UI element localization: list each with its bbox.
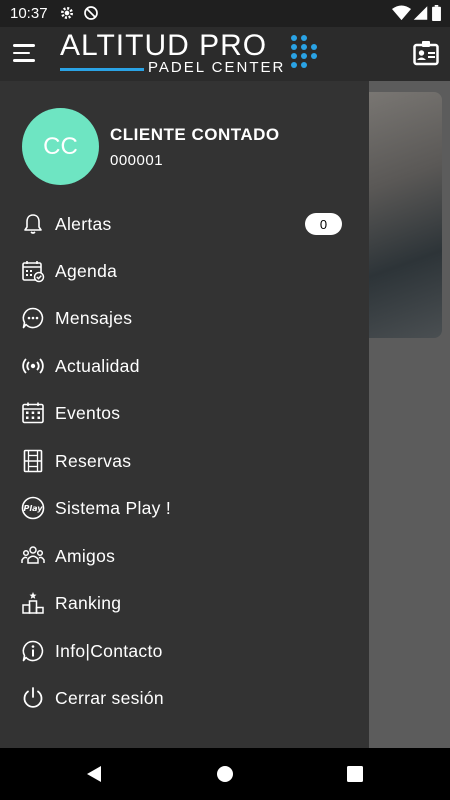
- drawer-item-mensajes[interactable]: Mensajes: [0, 295, 369, 342]
- drawer-item-reservas[interactable]: Reservas: [0, 438, 369, 485]
- broadcast-icon: [22, 358, 44, 374]
- alerts-count-badge: 0: [305, 213, 342, 235]
- recent-apps-icon[interactable]: [345, 764, 365, 784]
- navigation-drawer: CC CLIENTE CONTADO 000001 Alertas 0 Agen…: [0, 81, 369, 748]
- bell-icon: [24, 214, 42, 234]
- cell-signal-icon: [413, 6, 428, 20]
- drawer-item-label: Sistema Play !: [55, 498, 172, 518]
- drawer-item-eventos[interactable]: Eventos: [0, 390, 369, 437]
- drawer-item-amigos[interactable]: Amigos: [0, 533, 369, 580]
- drawer-item-label: Eventos: [55, 403, 121, 423]
- drawer-item-label: Ranking: [55, 593, 122, 613]
- battery-icon: [432, 5, 441, 21]
- status-time: 10:37: [10, 5, 48, 22]
- hamburger-menu-icon[interactable]: [13, 44, 35, 62]
- play-logo-icon: Play: [21, 496, 45, 520]
- power-icon: [23, 687, 43, 708]
- user-id: 000001: [110, 152, 164, 169]
- drawer-item-label: Agenda: [55, 261, 118, 281]
- home-icon[interactable]: [215, 764, 235, 784]
- drawer-item-label: Alertas: [55, 214, 112, 234]
- court-icon: [23, 449, 43, 473]
- drawer-item-agenda[interactable]: Agenda: [0, 248, 369, 295]
- do-not-disturb-icon: [84, 6, 98, 20]
- drawer-item-cerrar-sesion[interactable]: Cerrar sesión: [0, 675, 369, 722]
- drawer-item-ranking[interactable]: Ranking: [0, 580, 369, 627]
- user-name: CLIENTE CONTADO: [110, 125, 280, 144]
- drawer-item-alertas[interactable]: Alertas 0: [0, 201, 369, 248]
- app-bar: ALTITUD PRO PADEL CENTER: [0, 27, 450, 81]
- status-bar: 10:37: [0, 0, 450, 27]
- settings-icon: [61, 7, 73, 19]
- logo-dots-icon: [291, 35, 317, 68]
- drawer-item-label: Mensajes: [55, 308, 133, 328]
- system-navigation-bar: [0, 748, 450, 800]
- avatar[interactable]: CC: [22, 108, 99, 185]
- svg-text:Play: Play: [24, 504, 44, 513]
- drawer-item-label: Reservas: [55, 451, 132, 471]
- logo-accent-line: [60, 68, 144, 71]
- back-icon[interactable]: [84, 764, 104, 784]
- drawer-item-actualidad[interactable]: Actualidad: [0, 343, 369, 390]
- drawer-item-label: Info|Contacto: [55, 641, 163, 661]
- logo-title: ALTITUD PRO: [60, 29, 268, 62]
- drawer-item-label: Cerrar sesión: [55, 688, 164, 708]
- drawer-item-label: Amigos: [55, 546, 116, 566]
- drawer-item-label: Actualidad: [55, 356, 140, 376]
- logo-subtitle: PADEL CENTER: [148, 59, 286, 76]
- drawer-item-sistema-play[interactable]: Play Sistema Play !: [0, 485, 369, 532]
- wifi-icon: [392, 5, 411, 21]
- calendar-grid-icon: [22, 402, 44, 424]
- chat-icon: [22, 307, 44, 329]
- podium-icon: [22, 592, 44, 614]
- drawer-item-info-contacto[interactable]: Info|Contacto: [0, 628, 369, 675]
- people-icon: [21, 546, 45, 564]
- info-icon: [22, 640, 44, 662]
- calendar-check-icon: [22, 261, 45, 283]
- member-card-icon[interactable]: [413, 40, 439, 66]
- app-logo: ALTITUD PRO PADEL CENTER: [60, 29, 325, 79]
